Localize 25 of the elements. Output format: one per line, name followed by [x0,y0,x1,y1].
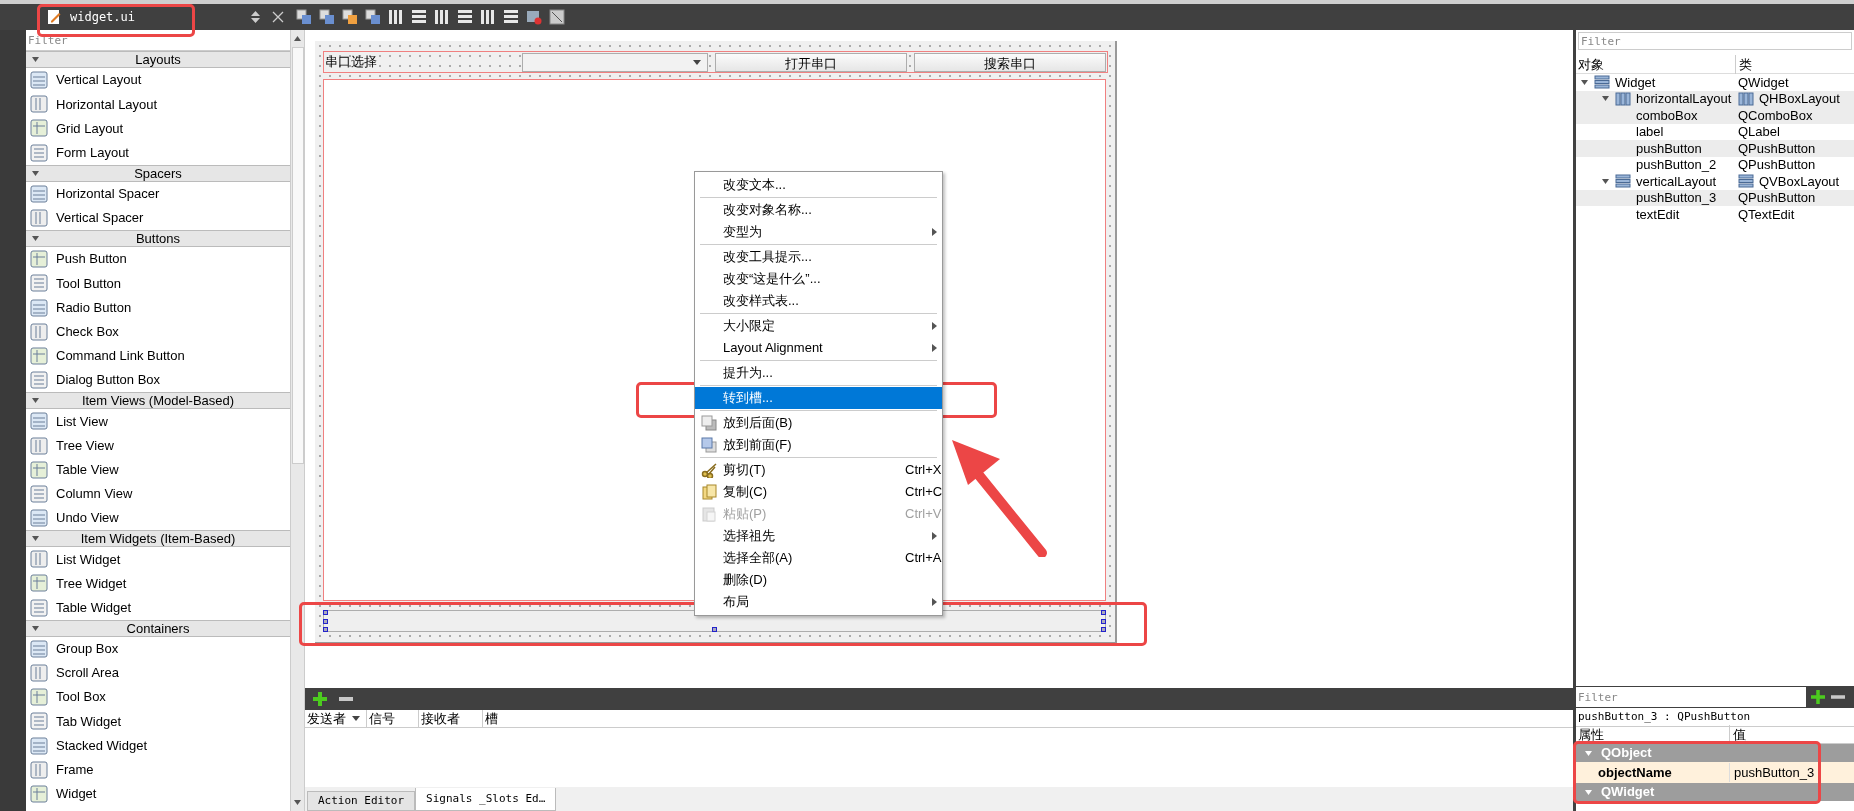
shortcut: Ctrl+C [905,483,943,502]
class-name: QHBoxLayout [1759,90,1840,108]
object-name: horizontalLayout [1636,90,1732,108]
class-name: QPushButton [1738,189,1816,207]
object-name: pushButton_2 [1636,156,1717,174]
class-name: QPushButton [1738,139,1816,158]
object-name: pushButton_3 [1636,189,1717,207]
port-label: 串口选择 [325,53,378,72]
shortcut: Ctrl+A [905,549,942,568]
object-name: verticalLayout [1636,172,1717,191]
class-name: QComboBox [1738,106,1813,125]
shortcut: Ctrl+V [905,505,942,524]
class-name: QPushButton [1738,156,1816,174]
object-name: pushButton [1636,139,1702,158]
object-name: comboBox [1636,106,1698,125]
class-name: QTextEdit [1738,205,1795,224]
object-title: pushButton_3 : QPushButton [1577,708,1752,725]
class-name: QVBoxLayout [1759,172,1840,191]
shortcut: Ctrl+X [905,461,942,480]
class-name: QWidget [1738,73,1789,92]
object-name: Widget [1615,73,1656,92]
object-name: label [1636,123,1664,141]
property-name: objectName [1576,762,1730,783]
object-name: textEdit [1636,205,1680,224]
class-name: QLabel [1738,123,1780,141]
